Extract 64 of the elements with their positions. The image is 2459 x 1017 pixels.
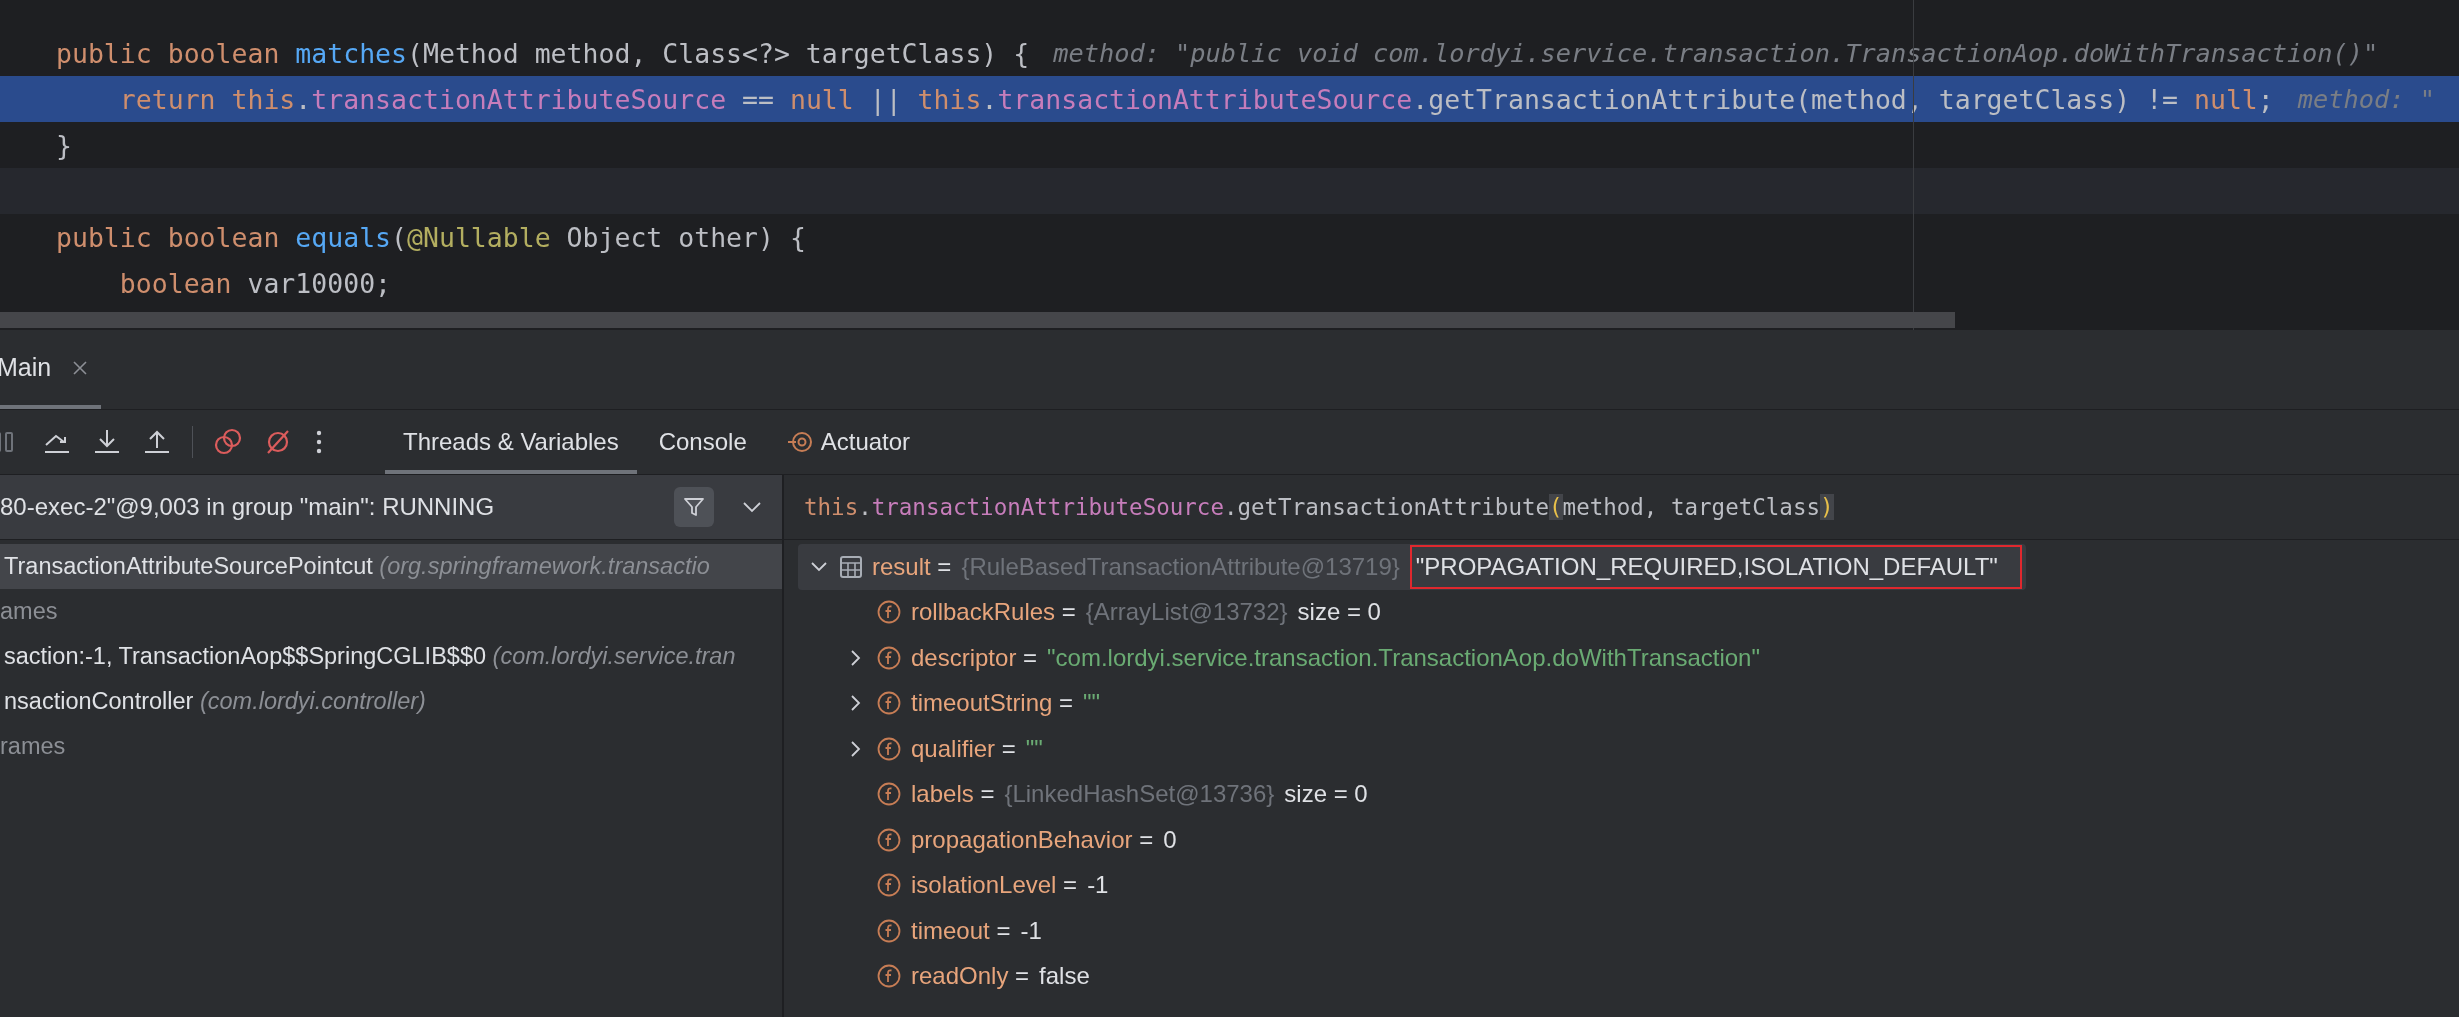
field-icon [877,645,901,670]
variable-name: timeoutString = [911,689,1074,718]
variable-name: rollbackRules = [911,598,1076,627]
code-line: boolean var10000; [118,267,392,299]
thread-selector[interactable]: 80-exec-2"@9,003 in group "main": RUNNING [0,475,782,540]
stack-frame-row[interactable]: nsactionController (com.lordyi.controller) [0,679,782,724]
panel-tab[interactable]: Console [640,410,765,474]
code-line: public boolean matches(Method method, Class<?> targetClass) { [56,37,1030,69]
evaluated-expression: this.transactionAttributeSource.getTransactionAttribute(method, targetClass) [784,475,2459,540]
field-icon [877,918,901,943]
actuator-icon [786,431,813,453]
variable-value: -1 [1087,871,1109,900]
variable-name: descriptor = [911,643,1038,672]
panel-tab[interactable]: Actuator [768,410,929,474]
variable-value: false [1039,962,1090,991]
variable-type: {ArrayList@13732} [1085,598,1288,627]
expand-chevron-icon[interactable] [851,649,861,666]
variable-name: readOnly = [911,962,1030,991]
variable-row-highlight[interactable]: result = {RuleBasedTransactionAttribute@13719} "PROPAGATION_REQUIRED,ISOLATION_DEFAULT" [798,544,2026,590]
close-icon[interactable] [73,360,88,375]
collapse-chevron-icon[interactable] [811,561,827,572]
filter-icon [682,495,706,519]
field-icon [877,782,901,807]
stack-frame: nsactionController (com.lordyi.controller) [4,688,426,715]
variable-value: "PROPAGATION_REQUIRED,ISOLATION_DEFAULT" [1409,544,2022,589]
variable-value: -1 [1020,916,1042,945]
field-icon [877,964,901,989]
field-icon [877,827,901,852]
frames-group-label[interactable]: rames [0,733,66,760]
field-icon [877,873,901,898]
stack-frame: saction:-1, TransactionAop$$SpringCGLIB$$0 (com.lordyi.service.tran [4,643,736,670]
field-icon [877,736,901,761]
variable-value: "" [1083,689,1101,718]
frames-group-label[interactable]: ames [0,598,58,625]
variable-value: size = 0 [1297,598,1381,627]
stack-frame: TransactionAttributeSourcePointcut (org.springframework.transactio [4,553,710,580]
variable-value: 0 [1163,825,1177,854]
filter-button[interactable] [674,487,714,527]
variable-name: timeout = [911,916,1011,945]
breakpoints-icon[interactable] [213,427,243,457]
variable-value: size = 0 [1284,780,1368,809]
stack-frame-row[interactable]: TransactionAttributeSourcePointcut (org.springframework.transactio [0,544,782,589]
variable-value: "" [1025,734,1043,763]
variable-name: qualifier = [911,734,1016,763]
variable-name: isolationLevel = [911,871,1078,900]
dropdown-chevron-icon[interactable] [742,501,762,513]
field-icon [877,691,901,716]
expand-chevron-icon[interactable] [851,740,861,757]
horizontal-scrollbar[interactable] [0,312,1955,328]
code-line: public boolean equals(@Nullable Object other) { [56,221,806,253]
variable-name: result = [872,552,952,581]
variable-type: {LinkedHashSet@13736} [1004,780,1275,809]
variable-value: "com.lordyi.service.transaction.TransactionAop.doWithTransaction" [1047,643,1760,672]
variable-name: propagationBehavior = [911,825,1154,854]
code-line: return this.transactionAttributeSource == null || this.transactionAttributeSource.getTransactionAttribute(method, targetClass) != null; [118,83,2274,115]
stack-frame-row[interactable]: saction:-1, TransactionAop$$SpringCGLIB$$0 (com.lordyi.service.tran [0,634,782,679]
variable-name: labels = [911,780,995,809]
variable-type: {RuleBasedTransactionAttribute@13719} [961,552,1400,581]
inlay-hint: method: "public void com.lordyi.service.transaction.TransactionAop.doWithTransaction()" [1053,38,2379,68]
field-icon [877,600,901,625]
expand-chevron-icon[interactable] [851,695,861,712]
code-line: } [56,129,72,161]
inlay-hint: method: " [2297,84,2435,114]
calculator-icon [840,555,862,578]
